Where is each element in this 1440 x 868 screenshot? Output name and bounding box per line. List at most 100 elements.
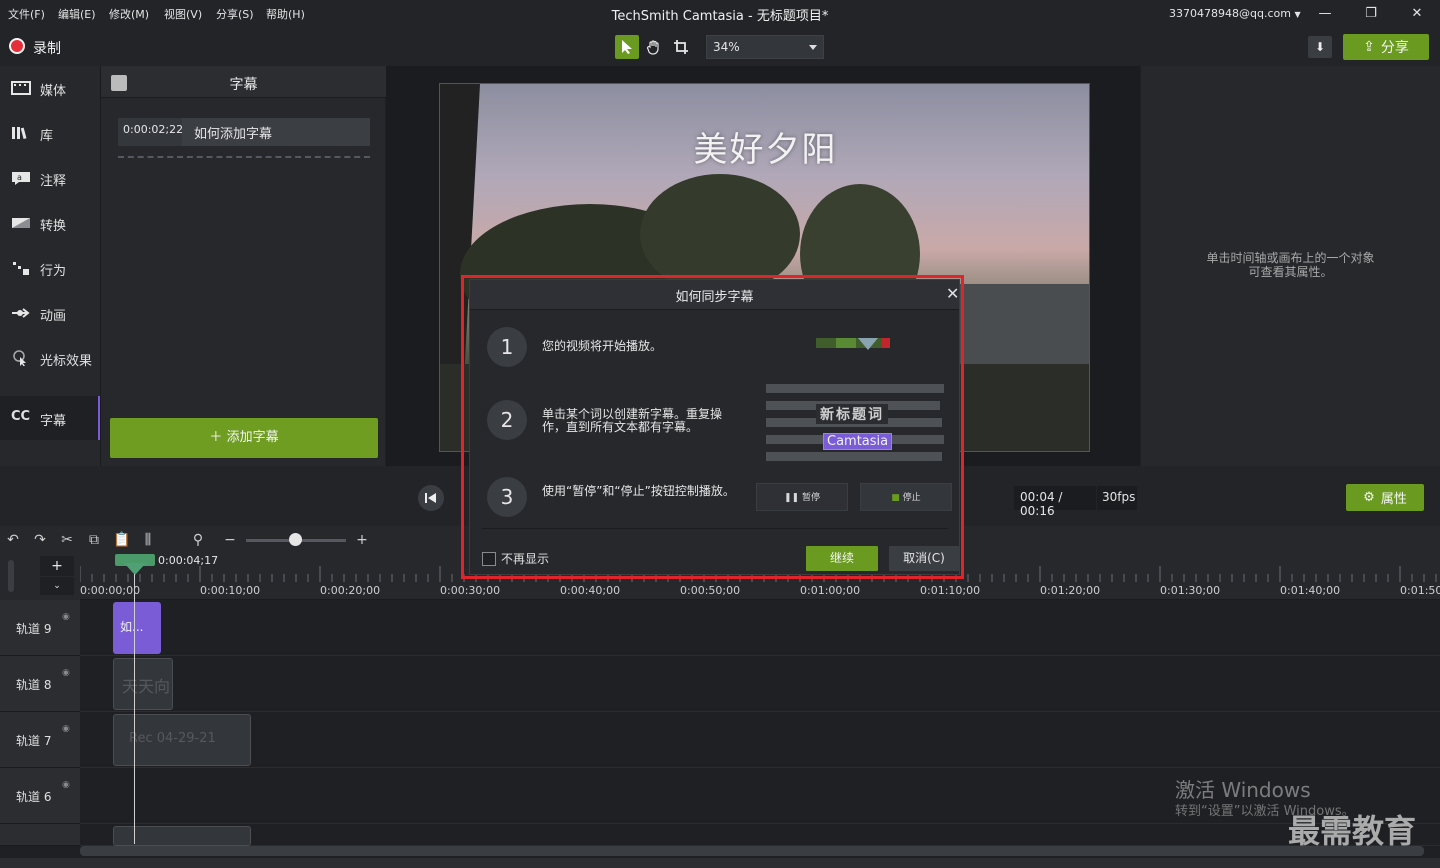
- zoom-in-icon[interactable]: +: [354, 532, 370, 548]
- step-text: 您的视频将开始播放。: [542, 339, 663, 353]
- pan-tool[interactable]: [642, 35, 666, 59]
- pause-label: 暂停: [801, 493, 820, 503]
- menu-edit[interactable]: 编辑(E): [58, 6, 96, 22]
- eye-icon[interactable]: ◉: [62, 724, 70, 734]
- track-row-8[interactable]: 天天向: [80, 656, 1440, 712]
- sidebar-item-transitions[interactable]: 转换: [0, 201, 100, 245]
- caption-clip[interactable]: 如...: [113, 602, 161, 654]
- sidebar-item-captions[interactable]: CC 字幕: [0, 396, 100, 440]
- sidebar-item-media[interactable]: 媒体: [0, 66, 100, 110]
- stop-icon: ■: [891, 493, 903, 503]
- caption-text[interactable]: 如何添加字幕: [182, 118, 370, 146]
- menu-modify[interactable]: 修改(M): [109, 6, 149, 22]
- eye-icon[interactable]: ◉: [62, 668, 70, 678]
- select-tool[interactable]: [615, 35, 639, 59]
- cancel-button[interactable]: 取消(C): [889, 546, 959, 571]
- brand-watermark: 最需教育: [1288, 812, 1417, 850]
- menu-view[interactable]: 视图(V): [164, 6, 202, 22]
- activate-windows-text: 激活 Windows: [1175, 778, 1311, 802]
- eye-icon[interactable]: ◉: [62, 780, 70, 790]
- svg-text:a: a: [17, 173, 22, 182]
- previous-frame-button[interactable]: [418, 485, 444, 511]
- stop-demo-button: ■ 停止: [860, 483, 952, 511]
- chevron-down-icon[interactable]: ⌄: [40, 577, 74, 595]
- sidebar-item-behaviors[interactable]: 行为: [0, 246, 100, 290]
- account-email: 3370478948@qq.com: [1169, 7, 1291, 20]
- dialog-divider: [482, 528, 948, 529]
- sidebar-item-animations[interactable]: 动画: [0, 291, 100, 335]
- caption-placeholder-divider: [118, 156, 370, 158]
- playhead-line: [134, 574, 135, 844]
- tool-sidebar: 媒体 库 a 注释 转换 行为 动画 光标效果 CC 字幕 更多: [0, 66, 100, 532]
- chevron-down-icon: ▼: [1294, 10, 1301, 19]
- track-label-7[interactable]: 轨道 7 ◉: [0, 712, 80, 768]
- share-button[interactable]: ⇪ 分享: [1343, 34, 1429, 60]
- stop-label: 停止: [902, 493, 921, 503]
- gear-icon: ⚙: [1363, 490, 1375, 505]
- ruler-tick-label: 0:01:40;00: [1280, 584, 1341, 597]
- search-icon[interactable]: ⚲: [190, 532, 206, 548]
- dont-show-label: 不再显示: [501, 552, 550, 566]
- record-icon: [9, 38, 25, 54]
- playhead-marker[interactable]: [124, 563, 146, 575]
- video-caption-title: 美好夕阳: [693, 130, 838, 170]
- properties-label: 属性: [1380, 492, 1407, 507]
- ruler-tick-label: 0:00:40;00: [560, 584, 621, 597]
- zoom-value: 34%: [713, 40, 740, 54]
- close-window-button[interactable]: ✕: [1405, 4, 1429, 24]
- animation-icon: [12, 308, 30, 318]
- sidebar-item-annotations[interactable]: a 注释: [0, 156, 100, 200]
- menu-help[interactable]: 帮助(H): [266, 6, 305, 22]
- caption-row[interactable]: 0:00:02;22 如何添加字幕: [118, 118, 370, 146]
- split-icon[interactable]: ⫼: [140, 532, 156, 548]
- ruler-tick-label: 0:00:00;00: [80, 584, 141, 597]
- sidebar-item-library[interactable]: 库: [0, 111, 100, 155]
- close-icon[interactable]: ✕: [946, 284, 959, 303]
- track-row-9[interactable]: 如...: [80, 600, 1440, 656]
- cut-icon[interactable]: ✂: [59, 532, 75, 548]
- account-menu[interactable]: 3370478948@qq.com ▼: [1169, 7, 1301, 20]
- add-caption-button[interactable]: ＋ 添加字幕: [110, 418, 378, 458]
- zoom-out-icon[interactable]: −: [222, 532, 238, 548]
- continue-button[interactable]: 继续: [806, 546, 878, 571]
- track-label-5[interactable]: [0, 824, 80, 846]
- track-height-slider[interactable]: [8, 560, 14, 592]
- dont-show-checkbox[interactable]: [482, 552, 496, 566]
- track-row-7[interactable]: Rec 04-29-21: [80, 712, 1440, 768]
- menu-bar: 文件(F) 编辑(E) 修改(M) 视图(V) 分享(S) 帮助(H) Tech…: [0, 0, 1440, 28]
- cc-icon: CC: [11, 409, 31, 424]
- captions-header: 字幕: [101, 66, 386, 98]
- minimize-button[interactable]: —: [1313, 4, 1337, 24]
- ruler-tick-label: 0:00:20;00: [320, 584, 381, 597]
- ruler-tick-label: 0:01:50;: [1400, 584, 1440, 597]
- download-button[interactable]: ⬇: [1308, 36, 1332, 58]
- download-icon: ⬇: [1314, 40, 1326, 54]
- text-clip[interactable]: 天天向: [113, 658, 173, 710]
- hand-icon: [647, 40, 659, 55]
- step-back-icon: [425, 493, 436, 503]
- plus-icon: ＋: [209, 430, 223, 445]
- properties-button[interactable]: ⚙ 属性: [1346, 484, 1424, 511]
- copy-icon[interactable]: ⧉: [86, 532, 102, 548]
- track-label-9[interactable]: 轨道 9 ◉: [0, 600, 80, 656]
- crop-icon: [674, 40, 688, 54]
- crop-tool[interactable]: [669, 35, 693, 59]
- maximize-button[interactable]: ❐: [1359, 4, 1383, 24]
- zoom-select[interactable]: 34%: [706, 35, 824, 59]
- menu-share[interactable]: 分享(S): [216, 6, 254, 22]
- paste-icon[interactable]: 📋: [113, 532, 130, 548]
- eye-icon[interactable]: ◉: [62, 612, 70, 622]
- track-label-6[interactable]: 轨道 6 ◉: [0, 768, 80, 824]
- sidebar-label: 行为: [40, 264, 67, 279]
- track-label-8[interactable]: 轨道 8 ◉: [0, 656, 80, 712]
- add-track-button[interactable]: +: [40, 556, 74, 576]
- menu-file[interactable]: 文件(F): [8, 6, 45, 22]
- timeline-zoom-handle[interactable]: [289, 533, 302, 546]
- track-row-5[interactable]: [80, 824, 1440, 846]
- redo-icon[interactable]: ↷: [32, 532, 48, 548]
- properties-panel: 单击时间轴或画布上的一个对象 可查看其属性。: [1141, 66, 1440, 466]
- timeline-horizontal-scrollbar[interactable]: [80, 846, 1424, 856]
- undo-icon[interactable]: ↶: [5, 532, 21, 548]
- track-controls: + ⌄: [0, 554, 80, 600]
- sidebar-item-cursor-effects[interactable]: 光标效果: [0, 336, 100, 380]
